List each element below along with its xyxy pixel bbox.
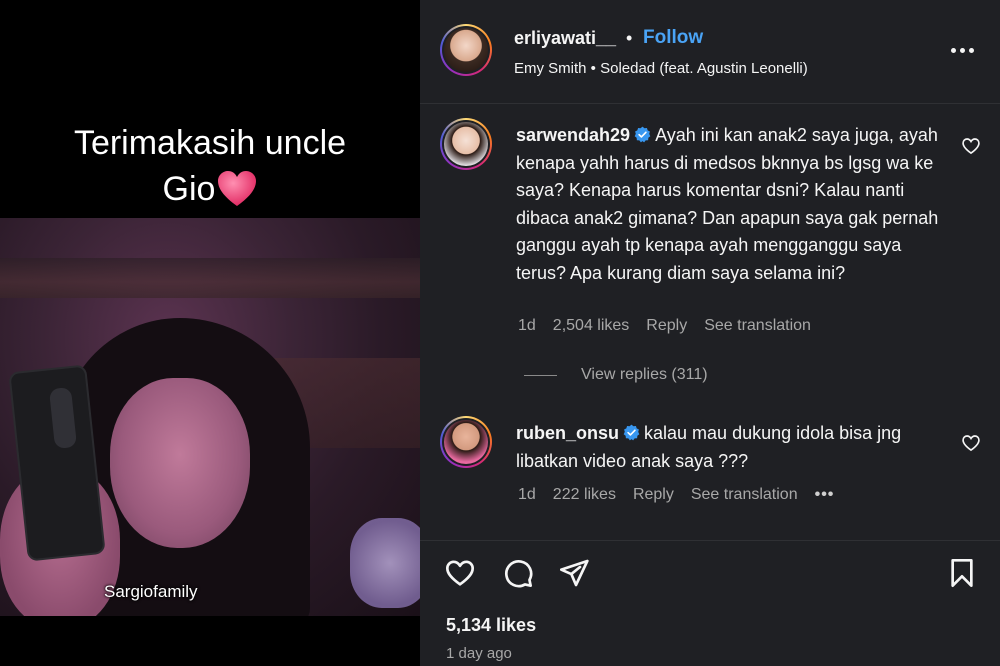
comment-age[interactable]: 1d (518, 317, 536, 335)
post-like-count[interactable]: 5,134 likes (446, 615, 536, 636)
view-replies-button[interactable]: View replies (311) (524, 366, 708, 384)
comment-more-options[interactable]: ••• (815, 486, 835, 504)
comment-icon[interactable] (502, 557, 534, 589)
heart-icon[interactable] (444, 557, 476, 589)
author-avatar-image (444, 28, 488, 72)
comment-text: Ayah ini kan anak2 saya juga, ayah kenap… (516, 125, 939, 283)
post-side-panel: erliyawati__ • Follow Emy Smith • Soleda… (420, 0, 1000, 666)
reply-button[interactable]: Reply (646, 317, 687, 335)
media-bottom-bar (0, 616, 420, 666)
share-icon[interactable] (558, 557, 590, 589)
video-caption: Terimakasih uncle Gio (0, 120, 420, 212)
replies-divider (524, 374, 557, 376)
comment-like-heart-icon[interactable] (961, 433, 981, 453)
see-translation-button[interactable]: See translation (704, 317, 811, 335)
commenter-username[interactable]: sarwendah29 (516, 125, 630, 145)
commenter-username[interactable]: ruben_onsu (516, 423, 619, 443)
comment-body: sarwendah29 Ayah ini kan anak2 saya juga… (516, 122, 956, 287)
author-username[interactable]: erliyawati__ (514, 28, 616, 49)
post-timestamp[interactable]: 1 day ago (446, 645, 512, 662)
comment-like-count[interactable]: 222 likes (553, 486, 616, 504)
background-shelf (0, 258, 420, 298)
more-options-icon[interactable] (946, 38, 978, 62)
heart-emoji-icon (218, 171, 257, 206)
reply-button[interactable]: Reply (633, 486, 674, 504)
comment-meta: 1d 222 likes Reply See translation ••• (518, 486, 834, 504)
comment-like-heart-icon[interactable] (961, 136, 981, 156)
author-avatar[interactable] (440, 24, 492, 76)
verified-badge-icon (623, 424, 640, 441)
bookmark-icon[interactable] (946, 557, 978, 589)
caption-line-2: Gio (162, 170, 216, 208)
person-face (110, 378, 250, 548)
video-watermark: Sargiofamily (104, 582, 198, 601)
header-separator: • (626, 28, 633, 48)
post-media[interactable]: Terimakasih uncle Gio Sargiofamily (0, 0, 420, 666)
video-frame[interactable] (0, 218, 420, 616)
caption-line-1: Terimakasih uncle (73, 124, 347, 162)
post-header: erliyawati__ • Follow Emy Smith • Soleda… (420, 0, 1000, 104)
comment-like-count[interactable]: 2,504 likes (553, 317, 630, 335)
plush-toy (350, 518, 420, 608)
commenter-avatar[interactable] (440, 416, 492, 468)
commenter-avatar-image (444, 420, 488, 464)
commenter-avatar[interactable] (440, 118, 492, 170)
verified-badge-icon (634, 126, 651, 143)
post-actions-bar (420, 540, 1000, 610)
commenter-avatar-image (444, 122, 488, 166)
comment-age[interactable]: 1d (518, 486, 536, 504)
view-replies-label: View replies (311) (581, 366, 708, 383)
see-translation-button[interactable]: See translation (691, 486, 798, 504)
audio-track-label[interactable]: Emy Smith • Soledad (feat. Agustin Leone… (514, 60, 808, 77)
comment-meta: 1d 2,504 likes Reply See translation (518, 317, 811, 335)
follow-button[interactable]: Follow (643, 27, 703, 49)
comment-body: ruben_onsu kalau mau dukung idola bisa j… (516, 420, 956, 475)
